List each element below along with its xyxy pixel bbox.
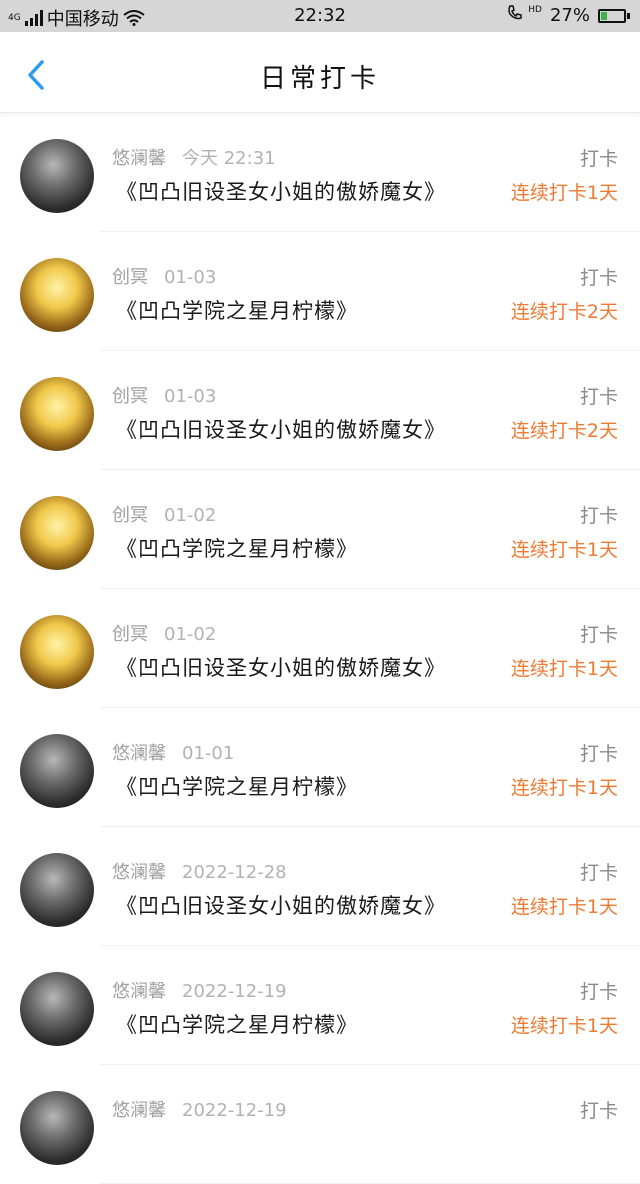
streak-label: 连续打卡1天 [510, 539, 618, 561]
phone-icon [507, 5, 522, 20]
checkin-date: 2022-12-28 [182, 862, 287, 883]
row-meta: 悠澜馨 今天 22:31 [112, 144, 276, 170]
battery-fill [601, 11, 608, 20]
streak-label: 连续打卡1天 [510, 777, 618, 799]
user-avatar[interactable] [20, 853, 94, 927]
username[interactable]: 创冥 [112, 267, 148, 288]
checkin-row[interactable]: 创冥 01-03 《凹凸旧设圣女小姐的傲娇魔女》 打卡连续打卡2天 [0, 351, 640, 470]
battery-percent: 27% [549, 5, 590, 26]
checkin-list: 悠澜馨 今天 22:31 《凹凸旧设圣女小姐的傲娇魔女》 打卡 连续打卡1天 创冥 01-0… [0, 113, 640, 1184]
checkin-row[interactable]: 悠澜馨 2022-12-19 打卡 [0, 1065, 640, 1184]
username[interactable]: 悠澜馨 [112, 862, 166, 883]
checkin-date: 01-02 [164, 505, 217, 526]
checkin-action-label: 打卡 [579, 981, 618, 1003]
checkin-action-label: 打卡 [579, 743, 618, 765]
row-meta: 悠澜馨 2022-12-19 [112, 1096, 287, 1122]
checkin-row[interactable]: 悠澜馨 2022-12-19 《凹凸学院之星月柠檬》 打卡连续打卡1天 [0, 946, 640, 1065]
streak-label: 连续打卡1天 [510, 1015, 618, 1037]
status-bar: 4G 中国移动 22:32 HD 27% [0, 0, 640, 32]
checkin-row[interactable]: 悠澜馨 2022-12-28 《凹凸旧设圣女小姐的傲娇魔女》 打卡连续打卡1天 [0, 827, 640, 946]
username[interactable]: 悠澜馨 [112, 1100, 166, 1121]
hd-call-indicator: HD [507, 5, 542, 26]
username[interactable]: 悠澜馨 [112, 981, 166, 1002]
checkin-action-label: 打卡 [579, 386, 618, 408]
row-meta: 创冥 01-02 [112, 620, 216, 646]
page-title: 日常打卡 [259, 64, 380, 94]
row-meta: 悠澜馨 2022-12-28 [112, 858, 287, 884]
user-avatar[interactable] [20, 139, 94, 213]
book-title[interactable]: 《凹凸旧设圣女小姐的傲娇魔女》 [116, 890, 446, 920]
checkin-row[interactable]: 悠澜馨 01-01 《凹凸学院之星月柠檬》 打卡连续打卡1天 [0, 708, 640, 827]
user-avatar[interactable] [20, 496, 94, 570]
checkin-date: 01-03 [164, 267, 217, 288]
checkin-action-label: 打卡 [579, 267, 618, 289]
status-right: HD 27% [507, 5, 630, 26]
checkin-action-label: 打卡 [579, 148, 618, 170]
streak-label: 连续打卡2天 [510, 301, 618, 323]
book-title[interactable]: 《凹凸学院之星月柠檬》 [116, 771, 358, 801]
hd-label: HD [528, 5, 542, 15]
row-meta: 创冥 01-03 [112, 382, 216, 408]
username[interactable]: 创冥 [112, 505, 148, 526]
checkin-action-label: 打卡 [579, 862, 618, 884]
checkin-date: 2022-12-19 [182, 981, 287, 1002]
checkin-date: 01-03 [164, 386, 217, 407]
book-title[interactable]: 《凹凸学院之星月柠檬》 [116, 295, 358, 325]
battery-icon [598, 8, 630, 23]
row-meta: 悠澜馨 2022-12-19 [112, 977, 287, 1003]
streak-label: 连续打卡1天 [510, 658, 618, 680]
user-avatar[interactable] [20, 377, 94, 451]
user-avatar[interactable] [20, 1091, 94, 1165]
checkin-row[interactable]: 创冥 01-03 《凹凸学院之星月柠檬》 打卡连续打卡2天 [0, 232, 640, 351]
checkin-action-label: 打卡 [579, 505, 618, 527]
book-title[interactable]: 《凹凸学院之星月柠檬》 [116, 1009, 358, 1039]
checkin-date: 01-01 [182, 743, 235, 764]
row-meta: 创冥 01-03 [112, 263, 216, 289]
checkin-date: 今天 22:31 [182, 148, 276, 169]
book-title[interactable]: 《凹凸旧设圣女小姐的傲娇魔女》 [116, 652, 446, 682]
book-title[interactable]: 《凹凸旧设圣女小姐的傲娇魔女》 [116, 176, 446, 206]
row-meta: 悠澜馨 01-01 [112, 739, 234, 765]
username[interactable]: 创冥 [112, 386, 148, 407]
checkin-date: 01-02 [164, 624, 217, 645]
streak-label: 连续打卡2天 [510, 420, 618, 442]
book-title[interactable]: 《凹凸学院之星月柠檬》 [116, 533, 358, 563]
user-avatar[interactable] [20, 615, 94, 689]
checkin-row[interactable]: 创冥 01-02 《凹凸学院之星月柠檬》 打卡连续打卡1天 [0, 470, 640, 589]
checkin-action-label: 打卡 [579, 1100, 618, 1122]
username[interactable]: 悠澜馨 [112, 148, 166, 169]
checkin-row[interactable]: 创冥 01-02 《凹凸旧设圣女小姐的傲娇魔女》 打卡连续打卡1天 [0, 589, 640, 708]
streak-label: 连续打卡1天 [510, 896, 618, 918]
checkin-action-label: 打卡 [579, 624, 618, 646]
user-avatar[interactable] [20, 258, 94, 332]
book-title[interactable]: 《凹凸旧设圣女小姐的傲娇魔女》 [116, 414, 446, 444]
page-header: 日常打卡 [0, 32, 640, 113]
checkin-date: 2022-12-19 [182, 1100, 287, 1121]
streak-label: 连续打卡1天 [510, 182, 618, 204]
user-avatar[interactable] [20, 734, 94, 808]
row-meta: 创冥 01-02 [112, 501, 216, 527]
username[interactable]: 创冥 [112, 624, 148, 645]
checkin-row[interactable]: 悠澜馨 今天 22:31 《凹凸旧设圣女小姐的傲娇魔女》 打卡连续打卡1天 [0, 113, 640, 232]
user-avatar[interactable] [20, 972, 94, 1046]
username[interactable]: 悠澜馨 [112, 743, 166, 764]
